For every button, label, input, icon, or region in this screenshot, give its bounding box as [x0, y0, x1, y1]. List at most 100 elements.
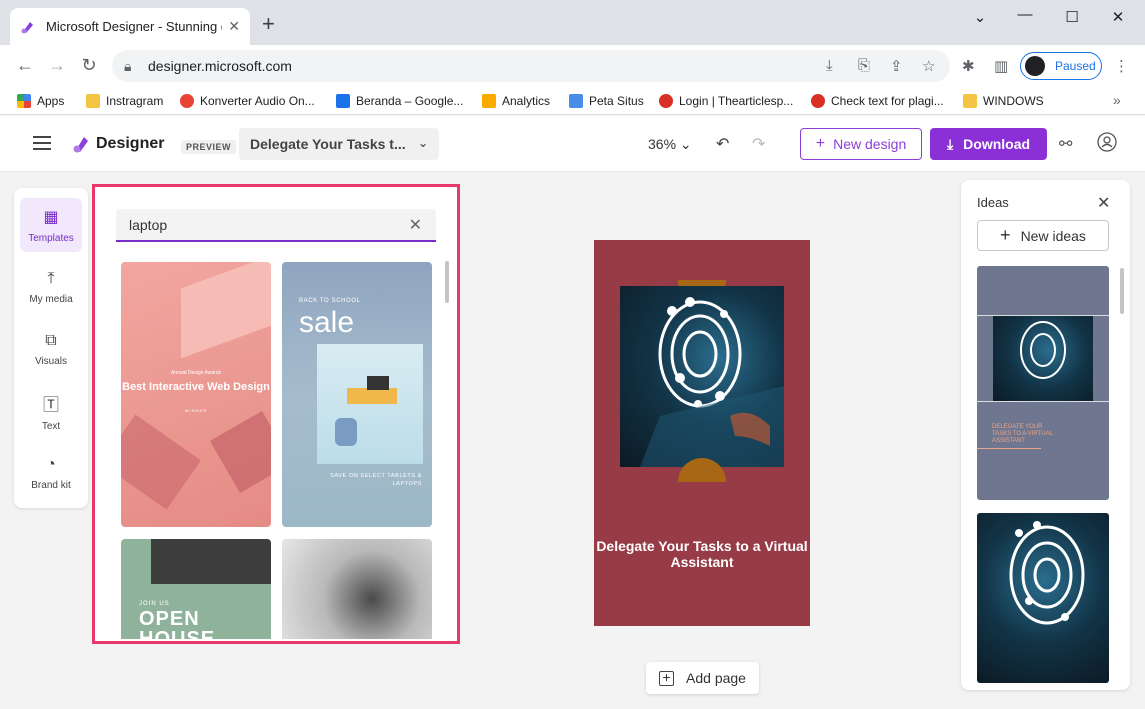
bookmark-beranda[interactable]: Beranda – Google... — [336, 94, 463, 108]
back-button[interactable]: ← — [14, 55, 36, 76]
new-design-button[interactable]: + New design — [800, 128, 922, 160]
templates-icon: ▦ — [43, 208, 59, 226]
browser-menu-icon[interactable]: ⋮ — [1114, 57, 1129, 75]
more-bookmarks-icon[interactable]: » — [1113, 92, 1121, 108]
side-panel-icon[interactable]: ▥ — [994, 57, 1008, 75]
browser-toolbar: ← → ↻ 🔒︎ designer.microsoft.com ⤓ ⎘ ⇪ ☆ … — [0, 45, 1145, 87]
translate-icon[interactable]: ⎘ — [858, 57, 870, 74]
download-icon: ⤓ — [946, 135, 954, 152]
bookmarks-bar: Apps Instragram Konverter Audio On... Be… — [0, 87, 1145, 115]
search-value: laptop — [129, 216, 168, 233]
bookmark-instragram[interactable]: Instragram — [86, 94, 163, 108]
lock-icon: 🔒︎ — [124, 57, 132, 74]
ideas-title: Ideas — [977, 195, 1009, 210]
bookmark-login[interactable]: Login | Thearticlesp... — [659, 94, 793, 108]
template-card[interactable]: Annual Design Awards Best Interactive We… — [121, 262, 271, 527]
avatar — [1025, 56, 1045, 76]
new-ideas-button[interactable]: + New ideas — [977, 220, 1109, 251]
download-button[interactable]: ⤓ Download — [930, 128, 1047, 160]
profile-button[interactable]: Paused — [1020, 52, 1102, 80]
copyright-icon — [811, 94, 825, 108]
card-title: sale — [299, 306, 355, 339]
rail-brand-kit[interactable]: ◔ Brand kit — [20, 446, 82, 500]
extensions-icon[interactable]: ✱ — [962, 57, 975, 75]
template-card[interactable]: JOIN US OPEN HOUSE — [121, 539, 271, 639]
visuals-icon: ⧉ — [45, 331, 57, 349]
close-window-button[interactable]: ✕ — [1108, 8, 1128, 26]
bookmark-star-icon[interactable]: ☆ — [922, 57, 935, 75]
undo-icon[interactable]: ↶ — [716, 134, 729, 154]
login-site-icon — [659, 94, 673, 108]
canvas-headline[interactable]: Delegate Your Tasks to a Virtual Assista… — [594, 538, 810, 570]
add-page-button[interactable]: + Add page — [646, 662, 759, 694]
tab-close-icon[interactable]: ✕ — [228, 18, 240, 35]
browser-titlebar: Microsoft Designer - Stunning d ✕ + ⌄ — … — [0, 0, 1145, 45]
rail-templates[interactable]: ▦ Templates — [20, 198, 82, 252]
hamburger-menu-icon[interactable] — [33, 136, 51, 154]
tab-title: Microsoft Designer - Stunning d — [46, 19, 223, 34]
folder-icon — [963, 94, 977, 108]
card-footer: SAVE ON SELECT TABLETS & LAPTOPS — [330, 473, 422, 487]
template-card[interactable] — [282, 539, 432, 639]
design-canvas[interactable]: Delegate Your Tasks to a Virtual Assista… — [594, 240, 810, 626]
card-subtitle: BACK TO SCHOOL — [299, 298, 361, 304]
ideas-panel: Ideas ✕ + New ideas DELEGATE YOUR TASKS T… — [961, 180, 1130, 690]
plus-icon: + — [659, 670, 675, 686]
canvas-photo — [620, 286, 784, 467]
browser-tab[interactable]: Microsoft Designer - Stunning d ✕ — [10, 8, 250, 45]
apps-grid-icon — [17, 94, 31, 108]
bookmark-check-text[interactable]: Check text for plagi... — [811, 94, 944, 108]
designer-logo-icon — [73, 137, 88, 153]
address-bar[interactable]: 🔒︎ designer.microsoft.com — [112, 50, 950, 82]
card-footer: WINNER — [184, 408, 208, 413]
zoom-dropdown[interactable]: 36% ⌄ — [648, 136, 692, 153]
designer-logo: Designer — [72, 134, 164, 154]
analytics-icon — [482, 94, 496, 108]
idea-photo — [993, 316, 1093, 402]
idea-thumbnail[interactable]: DELEGATE YOUR TASKS TO A VIRTUAL ASSISTA… — [977, 266, 1109, 500]
idea-text: DELEGATE YOUR TASKS TO A VIRTUAL ASSISTA… — [992, 424, 1053, 444]
template-card[interactable]: BACK TO SCHOOL sale SAVE ON SELECT TABLE… — [282, 262, 432, 527]
rail-text[interactable]: 🅃 Text — [20, 384, 82, 438]
idea-thumbnail[interactable] — [977, 513, 1109, 683]
audio-site-icon — [180, 94, 194, 108]
rail-my-media[interactable]: ⤒ My media — [20, 260, 82, 314]
designer-favicon-icon — [21, 21, 33, 33]
maximize-button[interactable]: ☐ — [1062, 8, 1082, 26]
plus-icon: + — [1000, 225, 1011, 245]
design-title: Delegate Your Tasks t... — [250, 136, 406, 152]
install-app-icon[interactable]: ⤓ — [826, 57, 833, 74]
google-ads-icon — [336, 94, 350, 108]
design-title-dropdown[interactable]: Delegate Your Tasks t... ⌄ — [239, 128, 439, 160]
preview-badge: PREVIEW — [181, 140, 237, 154]
share-people-icon[interactable]: ⚯ — [1059, 134, 1072, 154]
app-name: Designer — [96, 135, 165, 152]
folder-icon — [86, 94, 100, 108]
minimize-button[interactable]: — — [1015, 6, 1035, 23]
share-icon[interactable]: ⇪ — [890, 57, 903, 75]
bookmark-analytics[interactable]: Analytics — [482, 94, 550, 108]
card-title: Best Interactive Web Design — [122, 381, 270, 393]
bookmark-konverter[interactable]: Konverter Audio On... — [180, 94, 315, 108]
close-ideas-icon[interactable]: ✕ — [1097, 193, 1110, 213]
card-subtitle: Annual Design Awards — [170, 370, 222, 376]
clear-search-icon[interactable]: ✕ — [409, 215, 422, 235]
url-text: designer.microsoft.com — [148, 58, 292, 74]
redo-icon[interactable]: ↷ — [752, 134, 765, 154]
bookmark-windows[interactable]: WINDOWS — [963, 94, 1044, 108]
panel-scrollbar[interactable] — [445, 261, 449, 303]
tab-search-icon[interactable]: ⌄ — [970, 8, 990, 26]
reload-button[interactable]: ↻ — [78, 55, 100, 76]
new-tab-button[interactable]: + — [262, 13, 275, 35]
ideas-scrollbar[interactable] — [1120, 268, 1124, 314]
card-subtitle: JOIN US — [139, 601, 170, 607]
rail-visuals[interactable]: ⧉ Visuals — [20, 322, 82, 376]
templates-panel: laptop ✕ Annual Design Awards Best Inter… — [92, 184, 460, 644]
plus-icon: + — [815, 135, 826, 152]
bookmark-peta-situs[interactable]: Peta Situs — [569, 94, 644, 108]
bookmark-apps[interactable]: Apps — [17, 94, 64, 108]
profile-status: Paused — [1055, 59, 1096, 73]
account-icon[interactable] — [1097, 132, 1117, 157]
forward-button[interactable]: → — [46, 55, 68, 76]
template-search-input[interactable]: laptop ✕ — [116, 209, 436, 242]
